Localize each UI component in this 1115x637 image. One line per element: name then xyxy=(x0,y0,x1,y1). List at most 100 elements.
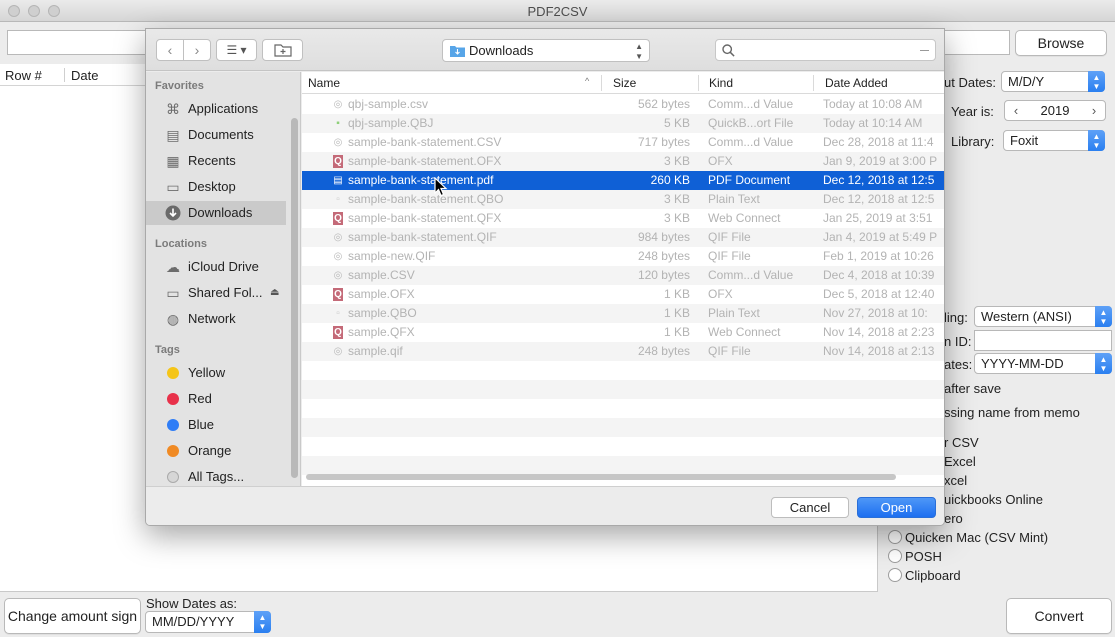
open-button[interactable]: Open xyxy=(857,497,936,518)
output-option-excel-2[interactable]: xcel xyxy=(944,473,967,488)
file-date-added: Nov 27, 2018 at 10: xyxy=(823,306,928,320)
sidebar-tag-all[interactable]: All Tags... xyxy=(146,465,286,486)
file-row[interactable]: ◎ sample.qif 248 bytes QIF File Nov 14, 2018… xyxy=(302,342,944,361)
sidebar-tag-orange[interactable]: Orange xyxy=(146,439,286,463)
sidebar-item-label: Blue xyxy=(188,417,215,432)
text-file-icon: ▫ xyxy=(336,194,340,205)
tags-heading: Tags xyxy=(155,344,180,356)
sidebar-item-shared-folder[interactable]: ▭ Shared Fol... ⏏ xyxy=(146,281,286,305)
back-button[interactable]: ‹ xyxy=(156,39,184,61)
search-field[interactable] xyxy=(715,39,936,61)
empty-row xyxy=(302,418,944,437)
output-option-xero[interactable]: ero xyxy=(944,511,963,526)
open-after-save-label[interactable]: after save xyxy=(944,381,1001,396)
csv-file-icon: ◎ xyxy=(333,137,343,148)
sidebar-item-label: Red xyxy=(188,391,212,406)
file-size: 120 bytes xyxy=(637,268,690,282)
file-row[interactable]: ◎ sample-bank-statement.CSV 717 bytes Comm.… xyxy=(302,133,944,152)
output-option-posh[interactable]: POSH xyxy=(905,549,942,564)
show-dates-as-select[interactable]: MM/DD/YYYY ▲ ▼ xyxy=(145,611,271,633)
location-popup[interactable]: Downloads ▲ ▼ xyxy=(442,39,650,62)
output-option-clipboard[interactable]: Clipboard xyxy=(905,568,961,583)
file-row[interactable]: Qsample-bank-statement.OFX 3 KB OFX Jan 9, … xyxy=(302,152,944,171)
change-amount-sign-button[interactable]: Change amount sign xyxy=(4,598,141,634)
column-row-number[interactable]: Row # xyxy=(5,68,42,83)
view-mode-button[interactable]: ☰ ▾ xyxy=(216,39,257,61)
column-size[interactable]: Size xyxy=(613,76,636,90)
file-date-added: Jan 4, 2019 at 5:49 P xyxy=(823,230,938,244)
forward-button[interactable]: › xyxy=(183,39,211,61)
column-date-added[interactable]: Date Added xyxy=(825,76,888,90)
output-option-excel-1[interactable]: Excel xyxy=(944,454,976,469)
sidebar-item-applications[interactable]: ⌘ Applications xyxy=(146,97,286,121)
file-kind: OFX xyxy=(708,287,733,301)
missing-name-label[interactable]: ssing name from memo xyxy=(944,405,1080,420)
sidebar-item-label: Shared Fol... xyxy=(188,285,263,300)
file-size: 248 bytes xyxy=(637,344,690,358)
chevron-right-icon[interactable]: › xyxy=(1086,101,1102,120)
location-label: Downloads xyxy=(469,43,534,58)
desktop-icon: ▭ xyxy=(166,179,180,195)
sidebar-item-network[interactable]: ◍ Network xyxy=(146,307,286,331)
file-name: sample-bank-statement.QBO xyxy=(348,192,504,206)
radio-posh[interactable] xyxy=(888,549,902,563)
empty-row xyxy=(302,437,944,456)
file-row[interactable]: ◎ sample-new.QIF 248 bytes QIF File Feb 1, 2… xyxy=(302,247,944,266)
eject-icon[interactable]: ⏏ xyxy=(270,281,279,305)
id-input[interactable] xyxy=(974,330,1112,351)
output-option-csv[interactable]: r CSV xyxy=(944,435,979,450)
file-row[interactable]: Qsample-bank-statement.QFX 3 KB Web Connec… xyxy=(302,209,944,228)
file-row[interactable]: ◎ qbj-sample.csv 562 bytes Comm...d Value To… xyxy=(302,95,944,114)
mouse-cursor-icon xyxy=(434,177,448,197)
chevron-updown-icon: ▲ ▼ xyxy=(1088,130,1105,151)
file-size: 248 bytes xyxy=(637,249,690,263)
file-row[interactable]: ◎ sample.CSV 120 bytes Comm...d Value Dec 4,… xyxy=(302,266,944,285)
file-name: sample.CSV xyxy=(348,268,415,282)
sidebar-item-icloud-drive[interactable]: ☁ iCloud Drive xyxy=(146,255,286,279)
output-option-quickbooks-online[interactable]: uickbooks Online xyxy=(944,492,1043,507)
encoding-select[interactable]: Western (ANSI) ▲ ▼ xyxy=(974,306,1112,327)
convert-button[interactable]: Convert xyxy=(1006,598,1112,634)
cancel-button[interactable]: Cancel xyxy=(771,497,849,518)
file-row[interactable]: Qsample.QFX 1 KB Web Connect Nov 14, 2018 a… xyxy=(302,323,944,342)
sidebar-item-documents[interactable]: ▤ Documents xyxy=(146,123,286,147)
library-select[interactable]: Foxit ▲ ▼ xyxy=(1003,130,1105,151)
file-row-selected[interactable]: ▤ sample-bank-statement.pdf 260 KB PDF Docu… xyxy=(302,171,944,190)
file-kind: Web Connect xyxy=(708,211,781,225)
clear-search-icon[interactable] xyxy=(920,50,929,51)
file-name: sample-bank-statement.QIF xyxy=(348,230,497,244)
file-row[interactable]: ▪ qbj-sample.QBJ 5 KB QuickB...ort File Toda… xyxy=(302,114,944,133)
search-icon xyxy=(722,44,735,57)
sidebar-tag-blue[interactable]: Blue xyxy=(146,413,286,437)
chevron-left-icon[interactable]: ‹ xyxy=(1008,101,1024,120)
sidebar-item-recents[interactable]: ▦ Recents xyxy=(146,149,286,173)
output-option-quicken-mac[interactable]: Quicken Mac (CSV Mint) xyxy=(905,530,1048,545)
file-row[interactable]: ▫ sample.QBO 1 KB Plain Text Nov 27, 2018 at… xyxy=(302,304,944,323)
column-date[interactable]: Date xyxy=(71,68,98,83)
new-folder-button[interactable] xyxy=(262,39,303,61)
recents-icon: ▦ xyxy=(166,153,180,169)
chevron-updown-icon: ▲ ▼ xyxy=(1095,306,1112,327)
file-date-added: Dec 12, 2018 at 12:5 xyxy=(823,192,935,206)
browse-button[interactable]: Browse xyxy=(1015,30,1107,56)
output-dates-select[interactable]: YYYY-MM-DD ▲ ▼ xyxy=(974,353,1112,374)
year-stepper[interactable]: ‹ 2019 › xyxy=(1004,100,1106,121)
radio-quicken-mac[interactable] xyxy=(888,530,902,544)
library-label: Library: xyxy=(951,134,995,149)
column-name[interactable]: Name xyxy=(308,76,340,90)
column-kind[interactable]: Kind xyxy=(709,76,733,90)
sidebar-scrollbar[interactable] xyxy=(291,118,298,478)
sidebar-tag-yellow[interactable]: Yellow xyxy=(146,361,286,385)
sidebar-item-desktop[interactable]: ▭ Desktop xyxy=(146,175,286,199)
radio-clipboard[interactable] xyxy=(888,568,902,582)
file-row[interactable]: ◎ sample-bank-statement.QIF 984 bytes QIF F… xyxy=(302,228,944,247)
sidebar-item-label: Desktop xyxy=(188,179,236,194)
csv-file-icon: ◎ xyxy=(333,232,343,243)
horizontal-scrollbar[interactable] xyxy=(306,474,896,480)
input-dates-select[interactable]: M/D/Y ▲ ▼ xyxy=(1001,71,1105,92)
sidebar-item-downloads[interactable]: Downloads xyxy=(146,201,286,225)
file-row[interactable]: Qsample.OFX 1 KB OFX Dec 5, 2018 at 12:40 xyxy=(302,285,944,304)
sidebar-tag-red[interactable]: Red xyxy=(146,387,286,411)
file-row[interactable]: ▫ sample-bank-statement.QBO 3 KB Plain Text… xyxy=(302,190,944,209)
folder-icon xyxy=(450,46,465,57)
